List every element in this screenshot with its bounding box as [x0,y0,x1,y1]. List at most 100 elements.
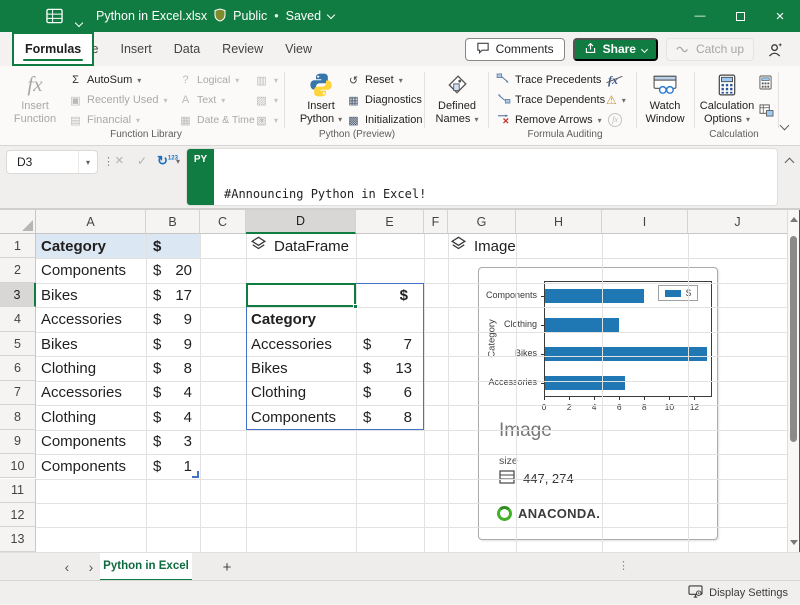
quick-access-chevron-icon[interactable] [76,13,83,20]
col-header-E[interactable]: E [356,210,424,234]
cell-A9[interactable]: Components [36,430,146,454]
financial-button[interactable]: ▤ Financial ▾ [66,110,142,130]
select-all-corner[interactable] [0,210,36,234]
col-header-H[interactable]: H [516,210,602,234]
row-header-6[interactable]: 6 [0,356,36,380]
cell-A2[interactable]: Components [36,258,146,282]
excel-app-icon[interactable] [46,8,63,29]
previous-sheet-icon[interactable]: ‹ [58,553,76,581]
python-reset-button[interactable]: ↺ Reset ▾ [344,70,405,90]
name-box[interactable]: D3 ▾ [6,150,98,174]
col-header-I[interactable]: I [602,210,688,234]
image-card-label[interactable]: Image [450,234,516,258]
col-header-J[interactable]: J [688,210,788,234]
cell-E8[interactable]: $8 [356,405,424,429]
evaluate-formula-button[interactable]: fx [606,110,624,130]
cell-A10[interactable]: Components [36,454,146,478]
defined-names-button[interactable]: Defined Names ▾ [430,70,484,128]
collapse-ribbon-icon[interactable] [780,121,790,131]
cell-B8[interactable]: $4 [146,405,200,429]
col-header-D[interactable]: D [246,210,356,234]
row-header-13[interactable]: 13 [0,527,36,551]
cell-D8[interactable]: Components [246,405,356,429]
col-header-G[interactable]: G [448,210,516,234]
cell-B3[interactable]: $17 [146,283,200,307]
col-header-C[interactable]: C [200,210,246,234]
row-header-12[interactable]: 12 [0,503,36,527]
collapse-formula-bar-icon[interactable] [785,158,795,168]
formula-input[interactable]: PY #Announcing Python in Excel! DataFram… [186,148,778,206]
trace-precedents-button[interactable]: Trace Precedents [494,70,603,90]
trace-dependents-button[interactable]: Trace Dependents [494,90,607,110]
cell-A6[interactable]: Clothing [36,356,146,380]
row-header-3[interactable]: 3 [0,283,36,307]
text-button[interactable]: A Text ▾ [176,90,227,110]
tab-insert[interactable]: Insert [110,32,163,66]
cell-E7[interactable]: $6 [356,381,424,405]
col-header-B[interactable]: B [146,210,200,234]
cell-A4[interactable]: Accessories [36,307,146,331]
python-initialization-button[interactable]: ▩ Initialization [344,110,424,130]
cell-D6[interactable]: Bikes [246,356,356,380]
logical-button[interactable]: ? Logical ▾ [176,70,241,90]
row-header-7[interactable]: 7 [0,381,36,405]
cell-E3[interactable]: $ [356,283,424,307]
comments-button[interactable]: Comments [465,38,565,61]
row-header-8[interactable]: 8 [0,405,36,429]
recalculate-icon[interactable]: ↻123 [157,153,178,169]
row-header-2[interactable]: 2 [0,258,36,282]
show-formulas-button[interactable]: fx [606,70,620,90]
dataframe-card-label[interactable]: DataFrame [250,234,349,258]
cell-B2[interactable]: $20 [146,258,200,282]
tab-review[interactable]: Review [211,32,274,66]
cell-E6[interactable]: $13 [356,356,424,380]
autosum-button[interactable]: Σ AutoSum ▾ [66,70,143,90]
error-checking-button[interactable]: ⚠ ▾ [604,90,628,110]
sheet-scroll-grip[interactable]: ⋮ [618,559,629,572]
tab-formulas[interactable]: Formulas [12,32,94,66]
tab-view[interactable]: View [274,32,323,66]
cell-B9[interactable]: $3 [146,430,200,454]
col-header-A[interactable]: A [36,210,146,234]
watch-window-button[interactable]: Watch Window [640,70,690,128]
cell-D4[interactable]: Category [246,307,356,331]
formula-bar-options-icon[interactable]: ⋮ [103,155,114,168]
scroll-down-icon[interactable] [790,540,798,545]
fill-handle[interactable] [353,304,358,309]
calculate-now-button[interactable] [757,74,774,94]
add-sheet-button[interactable]: + [216,553,238,581]
row-header-5[interactable]: 5 [0,332,36,356]
cancel-entry-icon[interactable]: × [115,152,124,169]
close-button[interactable]: × [760,0,800,32]
insert-python-button[interactable]: Insert Python ▾ [294,70,348,128]
lookup-reference-button[interactable]: ▥ ▾ [252,70,280,90]
catch-up-button[interactable]: Catch up [666,38,754,61]
active-cell[interactable] [246,283,356,307]
recalculate-chevron-icon[interactable]: ▾ [176,157,180,166]
scrollbar-thumb[interactable] [790,236,797,442]
document-title-group[interactable]: Python in Excel.xlsx Public • Saved [96,0,334,32]
col-header-F[interactable]: F [424,210,448,234]
cell-D7[interactable]: Clothing [246,381,356,405]
next-sheet-icon[interactable]: › [82,553,100,581]
row-header-10[interactable]: 10 [0,454,36,478]
minimize-button[interactable]: — [680,0,720,32]
formula-code[interactable]: #Announcing Python in Excel! DataFrame=x… [214,149,530,205]
math-trig-button[interactable]: ▨ ▾ [252,90,280,110]
remove-arrows-button[interactable]: Remove Arrows ▾ [494,110,604,130]
confirm-entry-icon[interactable]: ✓ [137,154,147,168]
cell-A8[interactable]: Clothing [36,405,146,429]
calculate-sheet-button[interactable] [757,102,776,122]
row-header-4[interactable]: 4 [0,307,36,331]
cell-B4[interactable]: $9 [146,307,200,331]
people-presence-icon[interactable] [762,37,788,61]
python-diagnostics-button[interactable]: ▦ Diagnostics [344,90,424,110]
calculation-options-button[interactable]: Calculation Options ▾ [698,70,756,128]
insert-function-button[interactable]: fx Insert Function [8,70,62,128]
cell-A1[interactable]: Category [36,234,146,258]
cell-A5[interactable]: Bikes [36,332,146,356]
cell-A3[interactable]: Bikes [36,283,146,307]
share-button[interactable]: Share [573,38,658,61]
display-settings-button[interactable]: Display Settings [688,581,788,605]
cell-D5[interactable]: Accessories [246,332,356,356]
